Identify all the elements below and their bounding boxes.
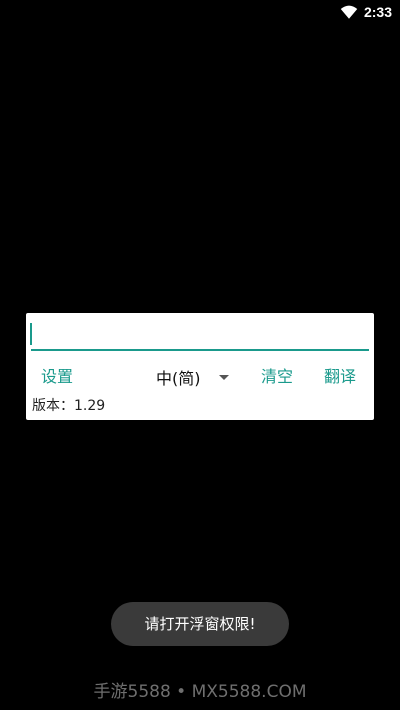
- translate-input[interactable]: [31, 319, 369, 351]
- watermark-text: 手游5588 • MX5588.COM: [93, 682, 307, 702]
- settings-button[interactable]: 设置: [41, 365, 73, 389]
- text-cursor: [30, 323, 32, 345]
- status-time: 2:33: [363, 4, 392, 20]
- status-bar: 2:33: [0, 0, 400, 24]
- language-selected-label: 中(简): [156, 369, 201, 388]
- wifi-icon: [340, 5, 358, 19]
- version-label: 版本：1.29: [32, 398, 106, 414]
- clear-button[interactable]: 清空: [261, 365, 293, 389]
- translator-panel: 设置 中(简) 清空 翻译 版本：1.29: [26, 313, 374, 420]
- screen: 2:33 设置 中(简) 清空 翻译 版本：1.29 请打开浮窗权限! 手游55…: [0, 0, 400, 710]
- toast-message: 请打开浮窗权限!: [111, 602, 289, 646]
- language-select[interactable]: 中(简): [156, 365, 234, 389]
- translate-button[interactable]: 翻译: [324, 365, 356, 389]
- dropdown-arrow-icon: [218, 374, 229, 380]
